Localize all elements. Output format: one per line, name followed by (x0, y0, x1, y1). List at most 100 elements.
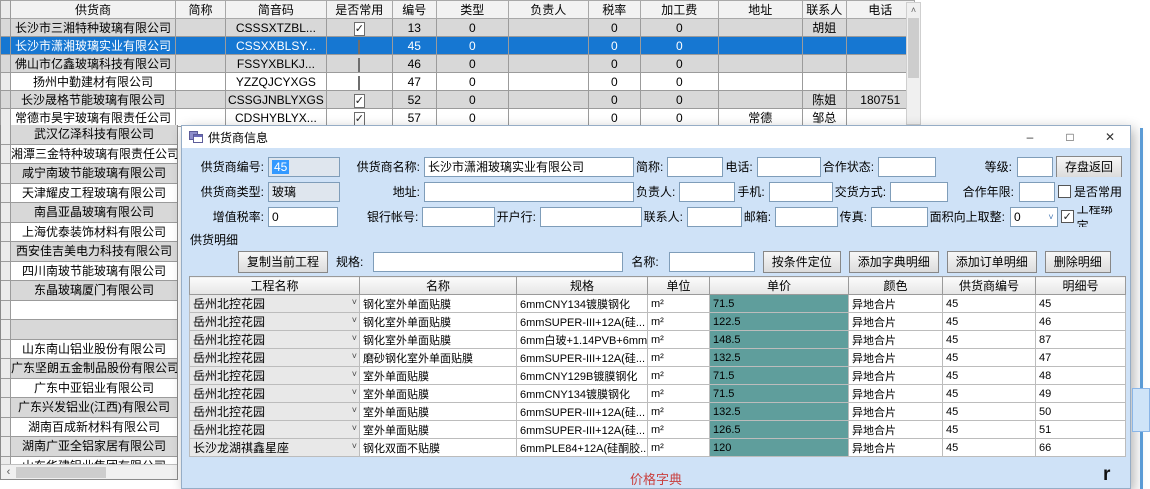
list-item[interactable]: 广东坚朗五金制品股份有限公司 (1, 359, 177, 379)
detail-cell-project[interactable]: 岳州北控花园 (190, 295, 360, 313)
detail-grid-row[interactable]: 岳州北控花园室外单面贴膜6mmCNY134镀膜钢化m²71.5异地合片4549 (190, 385, 1126, 403)
cell-code[interactable]: FSSYXBLKJ... (226, 55, 327, 73)
detail-cell-name[interactable]: 室外单面贴膜 (360, 385, 517, 403)
list-item[interactable]: 东晶玻璃厦门有限公司 (1, 281, 177, 301)
short-name-input[interactable] (667, 157, 723, 177)
cell-short[interactable] (176, 91, 226, 109)
list-item[interactable]: 湖南广亚全铝家居有限公司 (1, 437, 177, 457)
cell-leader[interactable] (508, 55, 588, 73)
cell-common[interactable] (326, 19, 392, 37)
cell-type[interactable]: 0 (436, 109, 508, 127)
table-row[interactable]: 常德市昊宇玻璃有限责任公司CDSHYBLYX...57000常德邹总 (1, 109, 915, 127)
save-return-button[interactable]: 存盘返回 (1056, 156, 1122, 177)
dialog-titlebar[interactable]: 供货商信息 – □ ✕ (182, 126, 1130, 148)
detail-column-header-1[interactable]: 名称 (360, 277, 517, 295)
detail-grid-row[interactable]: 岳州北控花园室外单面贴膜6mmSUPER-III+12A(硅...m²126.5… (190, 421, 1126, 439)
combo-arrow-icon[interactable] (352, 351, 357, 361)
detail-cell-price[interactable]: 148.5 (710, 331, 849, 349)
cell-supplier[interactable]: 长沙晟格节能玻璃有限公司 (11, 91, 176, 109)
cell-leader[interactable] (508, 109, 588, 127)
detail-cell-supplier-id[interactable]: 45 (943, 421, 1036, 439)
common-checkbox[interactable] (358, 40, 360, 54)
column-header-5[interactable]: 类型 (436, 1, 508, 19)
detail-grid-row[interactable]: 岳州北控花园钢化室外单面贴膜6mmCNY134镀膜钢化m²71.5异地合片454… (190, 295, 1126, 313)
detail-cell-spec[interactable]: 6mmSUPER-III+12A(硅... (517, 421, 648, 439)
cell-supplier[interactable]: 扬州中勤建材有限公司 (11, 73, 176, 91)
supplier-table-vertical-scrollbar[interactable]: ˄ (906, 2, 921, 125)
common-checkbox[interactable] (354, 112, 365, 126)
cell-tax[interactable]: 0 (588, 73, 640, 91)
cell-tax[interactable]: 0 (588, 37, 640, 55)
detail-grid-row[interactable]: 长沙龙湖祺鑫星座钢化双面不贴膜6mmPLE84+12A(硅酮胶...m²120异… (190, 439, 1126, 457)
email-input[interactable] (775, 207, 838, 227)
detail-cell-color[interactable]: 异地合片 (849, 313, 943, 331)
table-row[interactable]: 长沙市三湘特种玻璃有限公司CSSSXTZBL...13000胡姐 (1, 19, 915, 37)
bank-account-input[interactable] (422, 207, 494, 227)
fax-input[interactable] (871, 207, 928, 227)
detail-cell-supplier-id[interactable]: 45 (943, 313, 1036, 331)
cell-leader[interactable] (508, 91, 588, 109)
contact-input[interactable] (687, 207, 742, 227)
supplier-type-input[interactable] (268, 182, 340, 202)
cell-code[interactable]: CDSHYBLYX... (226, 109, 327, 127)
list-item[interactable]: 上海优泰装饰材料有限公司 (1, 223, 177, 243)
detail-cell-unit[interactable]: m² (648, 295, 710, 313)
cell-tax[interactable]: 0 (588, 19, 640, 37)
cell-address[interactable] (718, 37, 802, 55)
detail-cell-name[interactable]: 钢化室外单面贴膜 (360, 295, 517, 313)
detail-cell-supplier-id[interactable]: 45 (943, 331, 1036, 349)
row-header-cell[interactable] (1, 109, 11, 127)
detail-cell-unit[interactable]: m² (648, 331, 710, 349)
cell-code[interactable]: YZZQJCYXGS (226, 73, 327, 91)
detail-cell-spec[interactable]: 6mmPLE84+12A(硅酮胶... (517, 439, 648, 457)
detail-cell-price[interactable]: 71.5 (710, 385, 849, 403)
cell-contact[interactable]: 邹总 (802, 109, 846, 127)
detail-cell-project[interactable]: 岳州北控花园 (190, 385, 360, 403)
detail-cell-price[interactable]: 132.5 (710, 403, 849, 421)
detail-cell-project[interactable]: 岳州北控花园 (190, 349, 360, 367)
detail-cell-unit[interactable]: m² (648, 421, 710, 439)
copy-current-project-button[interactable]: 复制当前工程 (238, 251, 328, 273)
cell-address[interactable] (718, 91, 802, 109)
detail-column-header-0[interactable]: 工程名称 (190, 277, 360, 295)
detail-cell-detail-no[interactable]: 47 (1036, 349, 1126, 367)
cell-id[interactable]: 47 (392, 73, 436, 91)
combo-arrow-icon[interactable] (352, 387, 357, 397)
detail-cell-supplier-id[interactable]: 45 (943, 295, 1036, 313)
coop-years-input[interactable] (1019, 182, 1055, 202)
cell-short[interactable] (176, 19, 226, 37)
detail-cell-name[interactable]: 钢化室外单面贴膜 (360, 331, 517, 349)
detail-cell-color[interactable]: 异地合片 (849, 421, 943, 439)
spec-filter-input[interactable] (373, 252, 623, 272)
detail-cell-project[interactable]: 岳州北控花园 (190, 403, 360, 421)
detail-cell-spec[interactable]: 6mmCNY134镀膜钢化 (517, 385, 648, 403)
detail-cell-name[interactable]: 钢化双面不贴膜 (360, 439, 517, 457)
detail-cell-spec[interactable]: 6mm白玻+1.14PVB+6mm... (517, 331, 648, 349)
area-rounding-select[interactable]: 0 ˅ (1010, 207, 1058, 227)
cell-leader[interactable] (508, 37, 588, 55)
cell-fee[interactable]: 0 (640, 73, 718, 91)
supplier-list-horizontal-scrollbar[interactable]: ‹ (1, 464, 177, 479)
cell-type[interactable]: 0 (436, 91, 508, 109)
detail-cell-price[interactable]: 122.5 (710, 313, 849, 331)
column-header-11[interactable]: 电话 (846, 1, 914, 19)
detail-cell-supplier-id[interactable]: 45 (943, 367, 1036, 385)
detail-cell-color[interactable]: 异地合片 (849, 367, 943, 385)
cell-fee[interactable]: 0 (640, 109, 718, 127)
cell-common[interactable] (326, 91, 392, 109)
detail-cell-detail-no[interactable]: 87 (1036, 331, 1126, 349)
detail-grid-row[interactable]: 岳州北控花园室外单面贴膜6mmSUPER-III+12A(硅...m²132.5… (190, 403, 1126, 421)
detail-column-header-4[interactable]: 单价 (710, 277, 849, 295)
cell-tax[interactable]: 0 (588, 55, 640, 73)
cell-contact[interactable] (802, 55, 846, 73)
list-item[interactable]: 天津耀皮工程玻璃有限公司 (1, 184, 177, 204)
list-item[interactable]: 广东中亚铝业有限公司 (1, 379, 177, 399)
cell-contact[interactable] (802, 73, 846, 91)
list-item[interactable]: 湘潭三金特种玻璃有限责任公司 (1, 145, 177, 165)
column-header-6[interactable]: 负责人 (508, 1, 588, 19)
list-item[interactable] (1, 301, 177, 321)
detail-cell-unit[interactable]: m² (648, 385, 710, 403)
detail-cell-spec[interactable]: 6mmCNY129B镀膜钢化 (517, 367, 648, 385)
column-header-7[interactable]: 税率 (588, 1, 640, 19)
add-dictionary-detail-button[interactable]: 添加字典明细 (849, 251, 939, 273)
